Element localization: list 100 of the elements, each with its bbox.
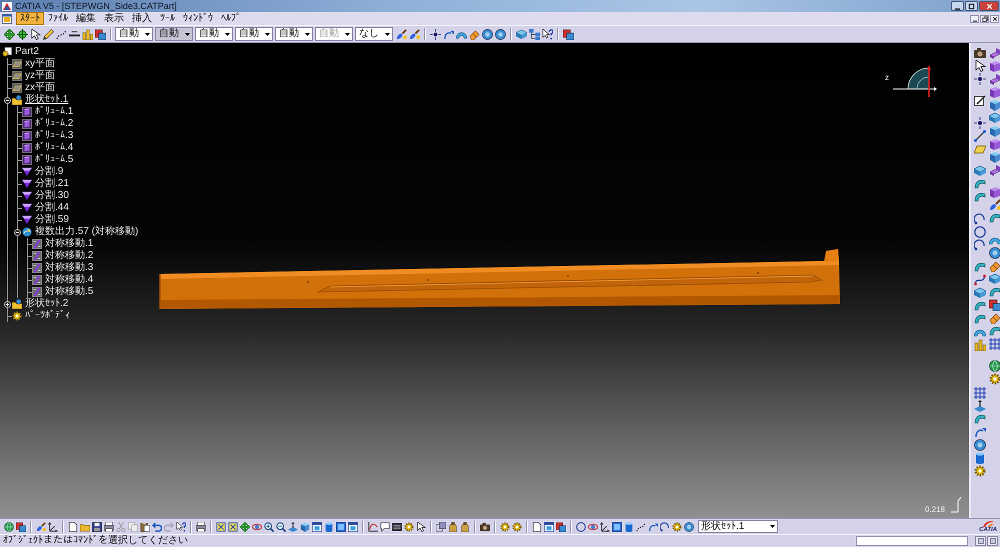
status-bar-button[interactable] [987,536,998,546]
menu-item[interactable]: ｳｨﾝﾄﾞｳ [179,12,217,25]
surface-icon[interactable] [974,287,986,299]
rotate-icon[interactable] [252,522,262,532]
tree-item[interactable]: yz平面 [22,70,55,82]
cube-icon[interactable] [989,151,1000,163]
tree-item[interactable]: ﾎﾞﾘｭｰﾑ.5 [32,154,74,166]
spline-icon[interactable] [974,274,986,286]
bottle-icon[interactable] [460,522,470,532]
paint-brush-icon[interactable] [989,199,1000,211]
solid-block-icon[interactable] [989,86,1000,98]
work-object-dropdown[interactable]: 形状ｾｯﾄ.1 [698,520,778,533]
extrusion-icon[interactable] [989,47,1000,59]
tree-item[interactable]: 形状ｾｯﾄ.2 [22,298,68,310]
ring-icon[interactable] [684,522,694,532]
rotate-icon[interactable] [588,522,598,532]
gear-icon[interactable] [672,522,682,532]
command-input-field[interactable] [856,536,968,546]
surface-icon[interactable] [974,165,986,177]
cylinder-icon[interactable] [624,522,634,532]
tree-item[interactable]: 対称移動.2 [42,250,94,262]
ring-icon[interactable] [482,28,493,40]
tree-item[interactable]: 対称移動.1 [42,238,94,250]
solid-block-icon[interactable] [989,138,1000,150]
menu-item[interactable]: ｽﾀｰﾄ [16,12,44,25]
menu-item[interactable]: 挿入 [128,12,156,25]
point-icon[interactable] [430,28,441,40]
property-dropdown[interactable]: 自動 [155,27,193,41]
help-icon[interactable] [542,28,553,40]
point-icon[interactable] [974,117,986,129]
status-bar-button[interactable] [975,536,986,546]
four-way-arrow-icon[interactable] [240,522,250,532]
four-way-arrow-icon[interactable] [4,28,15,40]
cube-icon[interactable] [989,99,1000,111]
arc-icon[interactable] [660,522,670,532]
axis-icon[interactable] [600,522,610,532]
tree-structure-icon[interactable] [529,28,540,40]
plus-toggle-icon[interactable] [4,300,11,308]
bar-chart-icon[interactable] [974,339,986,351]
paint-brush-icon[interactable] [409,28,420,40]
fit-all-icon[interactable] [228,522,238,532]
normal-view-icon[interactable] [974,400,986,412]
crosshair-icon[interactable] [17,28,28,40]
printer-icon[interactable] [104,522,114,532]
arc-icon[interactable] [974,213,986,225]
fit-all-icon[interactable] [216,522,226,532]
compass[interactable] [893,65,937,97]
cursor-icon[interactable] [30,28,41,40]
maximize-button[interactable] [965,1,978,11]
sweep-icon[interactable] [974,191,986,203]
tree-item[interactable]: 対称移動.5 [42,286,94,298]
tree-item[interactable]: ﾎﾞﾘｭｰﾑ.2 [32,118,74,130]
window-icon[interactable] [348,522,358,532]
axis-icon[interactable] [48,522,58,532]
menu-item[interactable]: ﾌｧｲﾙ [44,12,72,25]
overlapping-squares-icon[interactable] [95,28,106,40]
minus-toggle-icon[interactable] [4,96,11,104]
tree-item[interactable]: ﾎﾞﾘｭｰﾑ.3 [32,130,74,142]
menu-item[interactable]: ﾂｰﾙ [156,12,179,25]
minimize-button[interactable] [970,14,979,22]
undo-icon[interactable] [152,522,162,532]
surface-icon[interactable] [989,112,1000,124]
tree-item[interactable]: Part2 [12,46,39,58]
cylinder-icon[interactable] [324,522,334,532]
close-button[interactable] [979,1,999,11]
sweep-icon[interactable] [974,300,986,312]
overlapping-squares-icon[interactable] [16,522,26,532]
eraser-icon[interactable] [989,312,1000,324]
stacked-sheets-icon[interactable] [436,522,446,532]
circle-icon[interactable] [576,522,586,532]
paint-brush-icon[interactable] [396,28,407,40]
dotted-curve-icon[interactable] [636,522,646,532]
dark-panel-icon[interactable] [392,522,402,532]
curved-arrow-icon[interactable] [443,28,454,40]
cylinder-icon[interactable] [974,452,986,464]
zoom-out-icon[interactable] [276,522,286,532]
tree-item[interactable]: ﾎﾞﾘｭｰﾑ.1 [32,106,74,118]
cursor-icon[interactable] [416,522,426,532]
tree-item[interactable]: ﾊﾟｰﾂﾎﾞﾃﾞｨ [22,310,70,322]
menu-item[interactable]: 編集 [72,12,100,25]
camera-icon[interactable] [480,522,490,532]
grid-icon[interactable] [989,338,1000,350]
tree-item[interactable]: 分割.21 [32,178,69,190]
curved-arrow-icon[interactable] [974,426,986,438]
tree-item[interactable]: 分割.30 [32,190,69,202]
menu-item[interactable]: 表示 [100,12,128,25]
cursor-icon[interactable] [974,60,986,72]
sweep-icon[interactable] [974,178,986,190]
overlapping-squares-icon[interactable] [989,299,1000,311]
printer-icon[interactable] [196,522,206,532]
minus-toggle-icon[interactable] [14,228,21,236]
tree-item[interactable]: zx平面 [22,82,55,94]
clipboard-icon[interactable] [140,522,150,532]
sweep-icon[interactable] [989,286,1000,298]
folder-icon[interactable] [80,522,90,532]
tree-item[interactable]: 形状ｾｯﾄ.1 [22,94,68,106]
cube-icon[interactable] [300,522,310,532]
property-dropdown[interactable]: 自動 [195,27,233,41]
pencil-icon[interactable] [43,28,54,40]
eraser-icon[interactable] [469,28,480,40]
